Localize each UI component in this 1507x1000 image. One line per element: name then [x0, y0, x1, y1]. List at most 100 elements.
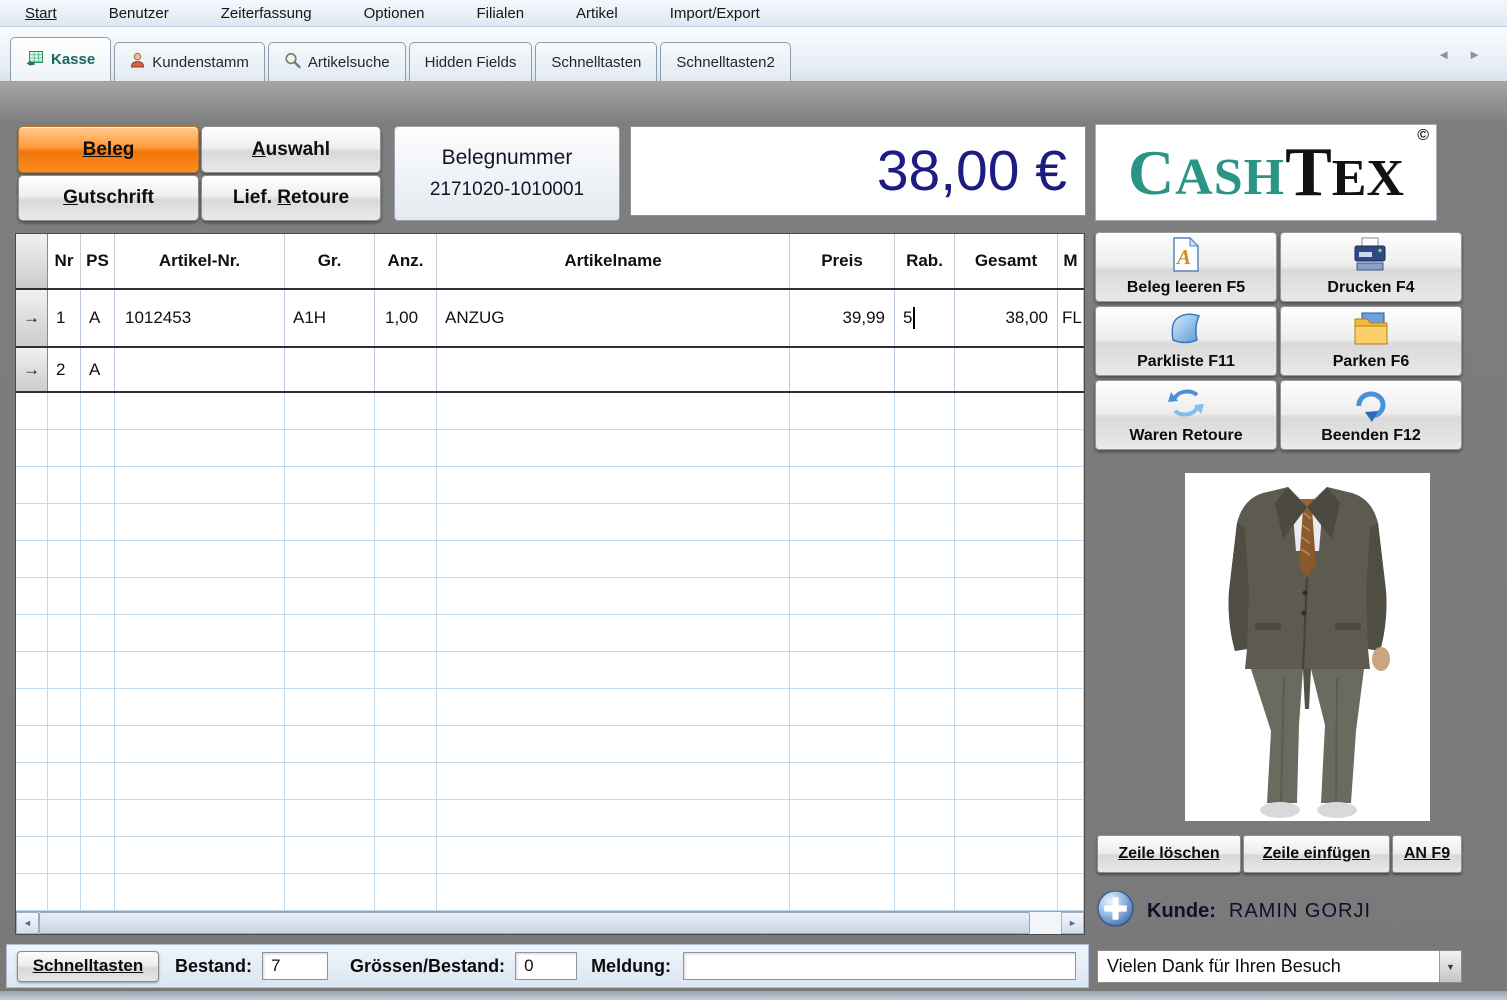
- table-header-row: Nr PS Artikel-Nr. Gr. Anz. Artikelname P…: [16, 234, 1084, 291]
- row-selector-header: [16, 234, 48, 289]
- beleg-button[interactable]: Beleg: [18, 126, 199, 173]
- table-row[interactable]: [16, 874, 1084, 912]
- tab-artikelsuche[interactable]: Artikelsuche: [267, 42, 406, 81]
- row-pointer-icon: →: [16, 290, 48, 346]
- col-artikelname: Artikelname: [437, 234, 790, 289]
- menu-artikel[interactable]: Artikel: [576, 5, 618, 22]
- col-gesamt: Gesamt: [955, 234, 1058, 289]
- col-artikel-nr: Artikel-Nr.: [115, 234, 285, 289]
- table-row[interactable]: [16, 430, 1084, 468]
- meldung-field[interactable]: [683, 952, 1076, 980]
- tab-scroll-left-icon[interactable]: ◄: [1437, 47, 1450, 62]
- folder-icon: [1351, 310, 1391, 353]
- cashtex-window: Start Benutzer Zeiterfassung Optionen Fi…: [0, 0, 1507, 1000]
- col-anz: Anz.: [375, 234, 437, 289]
- table-row[interactable]: [16, 615, 1084, 653]
- schnelltasten-button[interactable]: Schnelltasten: [17, 950, 159, 982]
- customer-name: RAMIN GORJI: [1228, 899, 1372, 922]
- scrollbar-track[interactable]: [39, 912, 1061, 934]
- menu-filialen[interactable]: Filialen: [477, 5, 525, 22]
- drucken-button[interactable]: Drucken F4: [1280, 232, 1462, 302]
- tab-artikelsuche-label: Artikelsuche: [307, 53, 390, 71]
- empty-grid-rows: [16, 393, 1084, 912]
- exit-arrow-icon: [1351, 384, 1391, 427]
- cashtex-logo: © CASH TEX: [1095, 124, 1437, 221]
- an-f9-button[interactable]: AN F9: [1392, 835, 1462, 873]
- table-row[interactable]: [16, 652, 1084, 690]
- beleg-number-box: Belegnummer 2171020-1010001: [394, 126, 620, 221]
- total-display: 38,00 €: [630, 126, 1086, 216]
- groessen-bestand-field[interactable]: 0: [515, 952, 578, 980]
- tab-schnelltasten2[interactable]: Schnelltasten2: [660, 42, 791, 81]
- search-icon: [284, 52, 301, 72]
- tab-kasse-label: Kasse: [51, 51, 96, 68]
- scroll-left-icon[interactable]: ◄: [16, 912, 39, 934]
- col-rab: Rab.: [895, 234, 955, 289]
- table-row[interactable]: → 2 A: [16, 347, 1084, 394]
- text-caret: [913, 307, 916, 330]
- table-row[interactable]: [16, 689, 1084, 727]
- tabbar: Kasse Kundenstamm Artikelsuche Hidden Fi…: [0, 27, 1507, 82]
- svg-text:A: A: [1175, 245, 1191, 269]
- table-row[interactable]: [16, 837, 1084, 875]
- table-row[interactable]: [16, 726, 1084, 764]
- person-icon: [130, 52, 145, 72]
- tab-kundenstamm-label: Kundenstamm: [152, 53, 249, 71]
- beenden-button[interactable]: Beenden F12: [1280, 380, 1462, 450]
- park-folder-icon-button[interactable]: Parken F6: [1280, 306, 1462, 376]
- scrollbar-thumb[interactable]: [39, 912, 1031, 934]
- zeile-einfuegen-button[interactable]: Zeile einfügen: [1243, 835, 1390, 873]
- kasse-icon: [26, 50, 44, 70]
- table-row[interactable]: [16, 541, 1084, 579]
- dropdown-arrow-icon[interactable]: ▼: [1439, 951, 1461, 982]
- auswahl-button[interactable]: Auswahl: [201, 126, 381, 173]
- zeile-loeschen-button[interactable]: Zeile löschen: [1097, 835, 1241, 873]
- table-row[interactable]: [16, 578, 1084, 616]
- main-area: Beleg Auswahl Gutschrift Lief. Retoure B…: [0, 82, 1507, 1000]
- menu-zeiterfassung[interactable]: Zeiterfassung: [221, 5, 312, 22]
- beleg-number-label: Belegnummer: [441, 146, 573, 169]
- menu-optionen[interactable]: Optionen: [364, 5, 425, 22]
- table-row[interactable]: [16, 763, 1084, 801]
- col-gr: Gr.: [285, 234, 375, 289]
- return-arrows-icon: [1166, 384, 1206, 427]
- bestand-field[interactable]: 7: [262, 952, 329, 980]
- menu-benutzer[interactable]: Benutzer: [109, 5, 169, 22]
- bestand-label: Bestand:: [175, 955, 253, 976]
- statusbar: Schnelltasten Bestand: 7 Grössen/Bestand…: [6, 944, 1089, 988]
- waren-retoure-button[interactable]: Waren Retoure: [1095, 380, 1277, 450]
- table-row[interactable]: [16, 800, 1084, 838]
- col-ps: PS: [81, 234, 115, 289]
- table-row[interactable]: [16, 467, 1084, 505]
- table-row[interactable]: [16, 393, 1084, 431]
- menubar: Start Benutzer Zeiterfassung Optionen Fi…: [0, 0, 1507, 27]
- lief-retoure-button[interactable]: Lief. Retoure: [201, 175, 381, 221]
- table-row[interactable]: [16, 504, 1084, 542]
- parkliste-button[interactable]: Parkliste F11: [1095, 306, 1277, 376]
- menu-start[interactable]: Start: [25, 5, 57, 22]
- tab-schnelltasten[interactable]: Schnelltasten: [535, 42, 658, 81]
- items-table: Nr PS Artikel-Nr. Gr. Anz. Artikelname P…: [15, 233, 1085, 935]
- park-list-icon: [1166, 310, 1206, 353]
- menu-import-export[interactable]: Import/Export: [670, 5, 760, 22]
- printer-icon: [1351, 236, 1391, 279]
- table-row[interactable]: → 1 A 1012453 A1H 1,00 ANZUG 39,99 5 38,…: [16, 290, 1084, 348]
- farewell-dropdown[interactable]: Vielen Dank für Ihren Besuch ▼: [1097, 950, 1462, 983]
- tab-kundenstamm[interactable]: Kundenstamm: [114, 42, 265, 81]
- gutschrift-button[interactable]: Gutschrift: [18, 175, 199, 221]
- tab-hidden-fields-label: Hidden Fields: [424, 53, 517, 71]
- add-customer-icon[interactable]: [1097, 890, 1134, 932]
- beleg-number-value: 2171020-1010001: [429, 179, 585, 200]
- tab-hidden-fields[interactable]: Hidden Fields: [408, 42, 533, 81]
- tab-schnelltasten-label: Schnelltasten: [551, 53, 642, 71]
- scroll-right-icon[interactable]: ►: [1061, 912, 1084, 934]
- window-bottom-edge: [0, 991, 1507, 1000]
- tab-kasse[interactable]: Kasse: [10, 37, 112, 81]
- customer-row: Kunde: RAMIN GORJI: [1097, 888, 1463, 934]
- col-m: M: [1058, 234, 1084, 289]
- rab-edit-cell[interactable]: 5: [895, 290, 955, 346]
- tab-scroll-right-icon[interactable]: ►: [1468, 47, 1481, 62]
- product-image-suit: [1185, 473, 1430, 821]
- horizontal-scrollbar[interactable]: ◄ ►: [16, 911, 1084, 934]
- beleg-leeren-button[interactable]: A Beleg leeren F5: [1095, 232, 1277, 302]
